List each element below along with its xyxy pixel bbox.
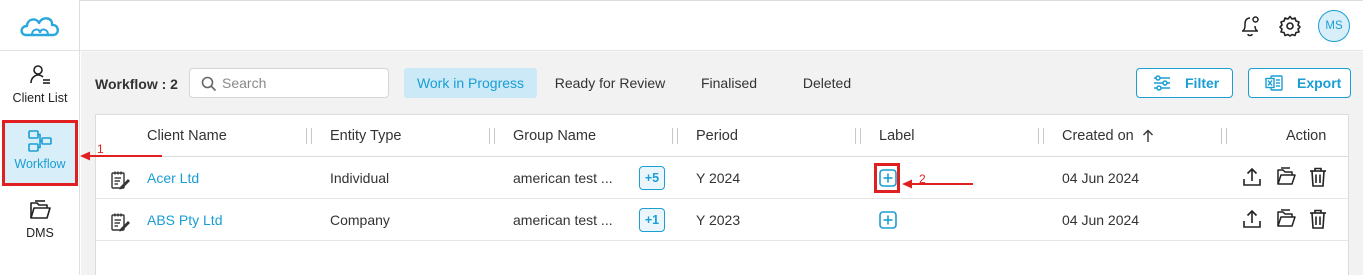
sidebar-item-dms[interactable]: DMS [0,198,80,248]
sidebar-item-workflow[interactable]: Workflow [2,120,78,186]
filter-button[interactable]: Filter [1136,68,1233,98]
upload-icon[interactable] [1241,208,1263,230]
column-resize-handle[interactable] [489,128,495,144]
search-input[interactable] [222,73,382,93]
column-resize-handle[interactable] [855,128,861,144]
column-header-entity-type[interactable]: Entity Type [330,127,401,145]
annotation-number-2: 2 [919,172,926,186]
cloud-logo-icon [20,16,59,36]
gear-icon[interactable] [1278,14,1302,38]
add-label-icon[interactable] [879,211,897,229]
client-list-icon [30,65,50,84]
tab-finalised[interactable]: Finalised [690,68,768,98]
trash-icon[interactable] [1307,166,1329,188]
add-label-icon[interactable] [879,169,897,187]
entity-type-cell: Individual [330,170,390,186]
export-label: Export [1297,75,1342,91]
column-resize-handle[interactable] [1221,128,1227,144]
excel-export-icon [1265,75,1283,91]
export-button[interactable]: Export [1248,68,1351,98]
column-header-label[interactable]: Label [879,127,914,145]
period-cell: Y 2024 [696,170,741,186]
tab-deleted[interactable]: Deleted [792,68,862,98]
table-row[interactable]: ABS Pty Ltd Company american test ... +1… [96,199,1348,241]
column-header-action: Action [1286,128,1327,144]
table-row[interactable]: Acer Ltd Individual american test ... +5… [96,157,1348,199]
column-header-client-name[interactable]: Client Name [147,127,227,145]
folder-open-icon[interactable] [1275,208,1297,230]
folder-open-icon[interactable] [1275,166,1297,188]
bell-settings-icon[interactable] [1238,14,1262,38]
workflow-count: Workflow : 2 [95,76,178,92]
notes-icon[interactable] [110,170,130,190]
filter-label: Filter [1185,75,1220,91]
annotation-arrow-1 [80,151,162,161]
sidebar-item-label: DMS [26,226,54,240]
notes-icon[interactable] [110,212,130,232]
client-name-link[interactable]: Acer Ltd [147,169,199,187]
tab-ready-for-review[interactable]: Ready for Review [545,68,675,98]
column-header-created-on[interactable]: Created on [1062,127,1134,145]
search-box[interactable] [189,68,389,98]
top-header: MS [80,1,1363,51]
annotation-arrow-2 [902,179,973,189]
entity-type-cell: Company [330,212,390,228]
column-resize-handle[interactable] [1038,128,1044,144]
more-groups-badge[interactable]: +5 [639,166,665,190]
group-name-cell: american test ... [513,212,613,228]
column-header-group-name[interactable]: Group Name [513,127,596,145]
logo[interactable] [0,1,80,51]
annotation-number-1: 1 [97,142,104,156]
client-name-link[interactable]: ABS Pty Ltd [147,211,222,229]
filter-sliders-icon [1154,75,1170,91]
sidebar: Client List Workflow DMS [0,0,80,275]
group-name-cell: american test ... [513,170,613,186]
period-cell: Y 2023 [696,212,741,228]
trash-icon[interactable] [1307,208,1329,230]
created-on-cell: 04 Jun 2024 [1062,212,1140,228]
column-resize-handle[interactable] [672,128,678,144]
upload-icon[interactable] [1241,166,1263,188]
column-resize-handle[interactable] [306,128,312,144]
column-header-period[interactable]: Period [696,127,738,145]
tab-work-in-progress[interactable]: Work in Progress [404,68,537,98]
workflow-icon [28,130,52,152]
more-groups-badge[interactable]: +1 [639,208,665,232]
search-icon [201,76,217,92]
workflow-table: Client Name Entity Type Group Name Perio… [95,114,1349,275]
arrow-up-icon[interactable] [1142,129,1154,143]
folder-icon [30,200,51,219]
sidebar-item-label: Client List [12,91,68,105]
created-on-cell: 04 Jun 2024 [1062,170,1140,186]
sidebar-item-client-list[interactable]: Client List [0,63,80,113]
table-header: Client Name Entity Type Group Name Perio… [96,115,1348,157]
avatar[interactable]: MS [1318,10,1350,42]
sidebar-item-label: Workflow [14,157,66,171]
